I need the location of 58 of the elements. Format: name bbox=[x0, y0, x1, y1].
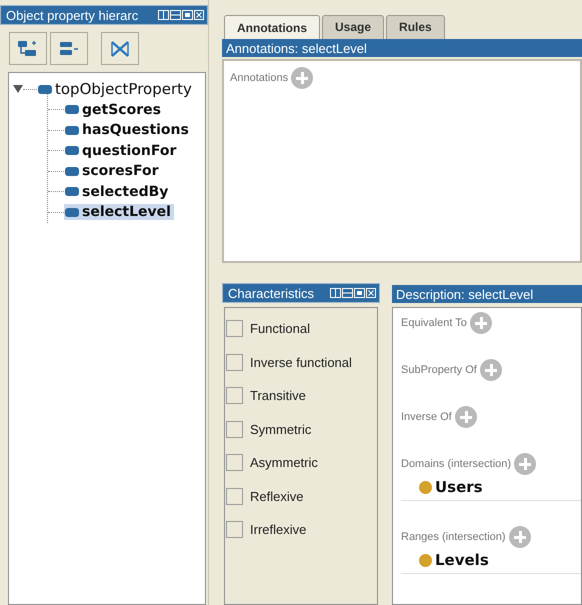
tab[interactable]: Usage bbox=[322, 15, 384, 39]
checkbox-label: Irreflexive bbox=[250, 522, 306, 538]
tab[interactable]: Rules bbox=[386, 15, 445, 39]
tree-item[interactable]: questionFor bbox=[64, 142, 180, 159]
add-icon[interactable] bbox=[291, 67, 314, 89]
add-icon[interactable] bbox=[508, 526, 531, 548]
panel-title: Annotations: selectLevel bbox=[226, 40, 367, 56]
checkbox-label: Inverse functional bbox=[250, 354, 352, 370]
checkbox-label: Asymmetric bbox=[250, 455, 318, 470]
hierarchy-add-icon bbox=[17, 40, 39, 58]
tree-item[interactable]: selectedBy bbox=[64, 184, 172, 200]
tree-item[interactable]: scoresFor bbox=[64, 163, 162, 180]
add-icon[interactable] bbox=[454, 406, 477, 428]
checkbox[interactable] bbox=[226, 420, 243, 438]
panel-title: Characteristics bbox=[228, 286, 314, 300]
property-icon bbox=[65, 166, 79, 176]
checkbox-label: Reflexive bbox=[250, 488, 304, 504]
property-icon bbox=[38, 84, 52, 94]
tree-item[interactable]: topObjectProperty bbox=[37, 80, 195, 98]
checkbox[interactable] bbox=[226, 354, 243, 371]
expand-triangle-icon[interactable] bbox=[13, 85, 23, 94]
property-icon bbox=[65, 126, 79, 135]
checkbox[interactable] bbox=[226, 521, 243, 538]
panel-title: Description: selectLevel bbox=[396, 286, 534, 302]
add-icon[interactable] bbox=[514, 453, 536, 475]
section-label: SubProperty Of bbox=[401, 364, 477, 376]
section-label: Inverse Of bbox=[401, 411, 452, 423]
checkbox[interactable] bbox=[226, 488, 243, 505]
property-icon bbox=[65, 146, 79, 156]
class-name[interactable]: Users bbox=[435, 478, 483, 496]
checkbox-label: Functional bbox=[250, 321, 310, 336]
delete-button[interactable] bbox=[101, 32, 139, 65]
delete-cross-icon bbox=[109, 40, 131, 58]
window-controls-icon[interactable] bbox=[158, 9, 204, 21]
checkbox-label: Symmetric bbox=[250, 422, 312, 437]
sibling-add-icon bbox=[58, 40, 80, 58]
tree-item[interactable]: hasQuestions bbox=[64, 122, 192, 138]
checkbox[interactable] bbox=[226, 320, 243, 338]
tree-item[interactable]: selectLevel bbox=[64, 204, 174, 220]
checkbox[interactable] bbox=[226, 454, 243, 472]
add-subproperty-button[interactable] bbox=[9, 32, 47, 65]
checkbox[interactable] bbox=[226, 387, 243, 404]
tree-item[interactable]: getScores bbox=[64, 102, 164, 118]
property-icon bbox=[65, 105, 79, 114]
section-label: Ranges (intersection) bbox=[401, 531, 506, 543]
window-controls-icon[interactable] bbox=[330, 287, 376, 299]
tab[interactable]: Annotations bbox=[224, 15, 320, 39]
checkbox-label: Transitive bbox=[250, 388, 306, 404]
panel-title: Object property hierarc bbox=[6, 8, 138, 22]
class-name[interactable]: Levels bbox=[435, 551, 489, 569]
section-label: Equivalent To bbox=[401, 317, 467, 329]
property-icon bbox=[65, 187, 79, 196]
section-label: Annotations bbox=[230, 72, 288, 84]
property-icon bbox=[65, 208, 79, 217]
add-sibling-button[interactable] bbox=[50, 32, 88, 65]
add-icon[interactable] bbox=[470, 312, 492, 334]
section-label: Domains (intersection) bbox=[401, 458, 512, 470]
add-icon[interactable] bbox=[480, 359, 502, 381]
